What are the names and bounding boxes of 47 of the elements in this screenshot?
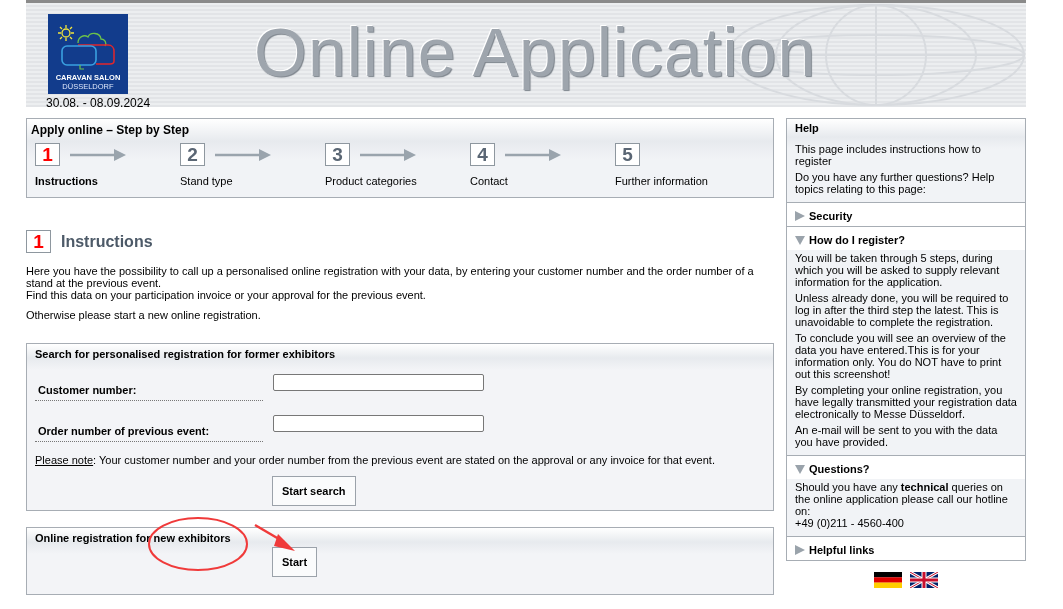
field-label: Customer number: — [35, 384, 263, 401]
event-dates: 30.08. - 08.09.2024 — [46, 96, 151, 107]
step-number[interactable]: 3 — [325, 143, 350, 166]
help-text: By completing your online registration, you have legally transmitted your registration data electronically to Messe Düsseldorf. — [795, 384, 1017, 420]
step-number: 1 — [26, 230, 51, 253]
start-search-button[interactable]: Start search — [272, 476, 356, 506]
step-label[interactable]: Instructions — [35, 175, 176, 187]
note-text: Please note: Your customer number and your order number from the previous event are stated on the approval or any invoice for that event. — [35, 454, 716, 466]
panel-title: Online registration for new exhibitors — [35, 532, 232, 544]
step-number[interactable]: 1 — [35, 143, 60, 166]
annotation-arrow — [254, 524, 296, 552]
german-flag-icon[interactable] — [874, 572, 902, 588]
start-button[interactable]: Start — [272, 547, 318, 577]
input-field[interactable] — [273, 415, 484, 432]
step-label[interactable]: Product categories — [325, 175, 466, 187]
instruction-text: Otherwise please start a new online registration. — [26, 309, 262, 321]
step-label[interactable]: Further information — [615, 175, 756, 187]
expand-triangle-icon — [795, 211, 805, 221]
step-label[interactable]: Contact — [470, 175, 611, 187]
help-title: Help — [795, 122, 820, 134]
help-text: Unless already done, you will be required to log in after the third step the latest. This is unavoidable to complete the registration. — [795, 292, 1010, 328]
collapse-triangle-icon — [795, 235, 805, 245]
collapse-triangle-icon — [795, 464, 805, 474]
arrow-icon — [70, 148, 126, 161]
instruction-text: Find this data on your participation invoice or your approval for the previous event. — [26, 289, 427, 301]
help-text: To conclude you will see an overview of the data you have entered.This is for your information only. You do NOT have to print out this screenshot! — [795, 332, 1007, 380]
step-number[interactable]: 2 — [180, 143, 205, 166]
uk-flag-icon[interactable] — [910, 572, 938, 588]
help-text: You will be taken through 5 steps, during which you will be asked to supply relevant information for the application. — [795, 252, 1001, 288]
arrow-icon — [360, 148, 416, 161]
expand-triangle-icon — [795, 545, 805, 555]
help-text: This page includes instructions how to register — [795, 143, 982, 167]
page-title: Online Application — [254, 13, 817, 91]
step-number[interactable]: 5 — [615, 143, 640, 166]
help-text: An e-mail will be sent to you with the data you have provided. — [795, 424, 999, 448]
arrow-icon — [505, 148, 561, 161]
help-text: Do you have any further questions? Help topics relating to this page: — [795, 171, 996, 195]
help-text: Should you have any technical queries on the online application please call our hotline on: +49 (0)211 - 4560-400 — [795, 481, 1009, 529]
panel-title: Search for personalised registration for former exhibitors — [35, 348, 337, 360]
field-label: Order number of previous event: — [35, 425, 263, 442]
step-label[interactable]: Stand type — [180, 175, 321, 187]
step-number[interactable]: 4 — [470, 143, 495, 166]
instruction-text: Here you have the possibility to call up a personalised online registration with your data, by entering your customer number and the order number of a stand at the previous event. — [26, 265, 755, 289]
arrow-icon — [215, 148, 271, 161]
section-heading: Instructions — [61, 232, 153, 251]
steps-title: Apply online – Step by Step — [31, 123, 191, 137]
input-field[interactable] — [273, 374, 484, 391]
